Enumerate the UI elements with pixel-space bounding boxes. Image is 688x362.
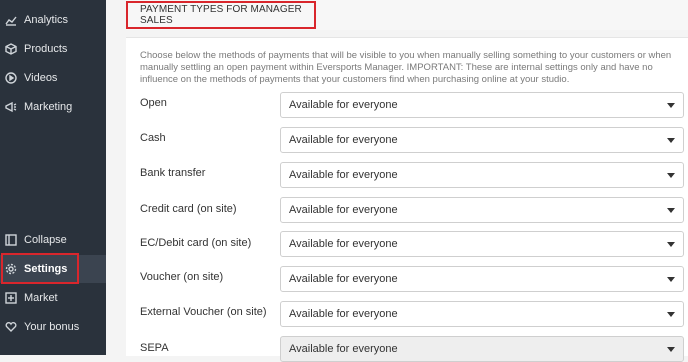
- select-value: Available for everyone: [289, 134, 398, 146]
- select-open[interactable]: Available for everyone: [280, 92, 684, 118]
- cube-icon: [4, 42, 18, 56]
- select-voucher[interactable]: Available for everyone: [280, 266, 684, 292]
- sidebar: Analytics Products Videos Marketing Coll…: [0, 0, 106, 355]
- play-circle-icon: [4, 71, 18, 85]
- sidebar-item-market[interactable]: Market: [0, 284, 106, 312]
- select-value: Available for everyone: [289, 204, 398, 216]
- row-label-sepa: SEPA: [140, 342, 169, 354]
- select-bank-transfer[interactable]: Available for everyone: [280, 162, 684, 188]
- select-value: Available for everyone: [289, 238, 398, 250]
- select-ec-debit-card[interactable]: Available for everyone: [280, 231, 684, 257]
- megaphone-icon: [4, 100, 18, 114]
- sidebar-item-label: Collapse: [24, 234, 67, 246]
- payment-types-panel: Choose below the methods of payments tha…: [126, 37, 688, 362]
- section-description: Choose below the methods of payments tha…: [140, 50, 672, 85]
- sidebar-item-marketing[interactable]: Marketing: [0, 93, 106, 121]
- sidebar-item-label: Your bonus: [24, 321, 80, 333]
- chevron-down-icon: [667, 311, 675, 317]
- row-label-ec-debit-card: EC/Debit card (on site): [140, 237, 252, 249]
- sidebar-item-label: Analytics: [24, 14, 69, 26]
- row-label-open: Open: [140, 97, 167, 109]
- select-cash[interactable]: Available for everyone: [280, 127, 684, 153]
- sidebar-item-your-bonus[interactable]: Your bonus: [0, 313, 106, 341]
- collapse-icon: [4, 233, 18, 247]
- chevron-down-icon: [667, 102, 675, 108]
- select-credit-card[interactable]: Available for everyone: [280, 197, 684, 223]
- sidebar-item-label: Settings: [24, 263, 68, 275]
- row-label-credit-card: Credit card (on site): [140, 203, 237, 215]
- sidebar-item-products[interactable]: Products: [0, 35, 106, 63]
- row-label-cash: Cash: [140, 132, 166, 144]
- chevron-down-icon: [667, 207, 675, 213]
- main-content: PAYMENT TYPES FOR MANAGER SALES Choose b…: [106, 0, 688, 362]
- heart-icon: [4, 320, 18, 334]
- sidebar-item-settings[interactable]: Settings: [0, 255, 106, 283]
- sidebar-item-videos[interactable]: Videos: [0, 64, 106, 92]
- select-value: Available for everyone: [289, 343, 398, 355]
- sidebar-item-label: Market: [24, 292, 58, 304]
- sidebar-item-label: Products: [24, 43, 68, 55]
- chevron-down-icon: [667, 276, 675, 282]
- chevron-down-icon: [667, 137, 675, 143]
- select-value: Available for everyone: [289, 308, 398, 320]
- sidebar-item-label: Marketing: [24, 101, 73, 113]
- select-value: Available for everyone: [289, 273, 398, 285]
- chevron-down-icon: [667, 241, 675, 247]
- chart-line-icon: [4, 13, 18, 27]
- select-value: Available for everyone: [289, 169, 398, 181]
- select-external-voucher[interactable]: Available for everyone: [280, 301, 684, 327]
- page-title: PAYMENT TYPES FOR MANAGER SALES: [126, 1, 316, 29]
- select-sepa[interactable]: Available for everyone: [280, 336, 684, 362]
- sidebar-item-collapse[interactable]: Collapse: [0, 226, 106, 254]
- row-label-voucher: Voucher (on site): [140, 271, 224, 283]
- select-value: Available for everyone: [289, 99, 398, 111]
- row-label-bank-transfer: Bank transfer: [140, 167, 206, 179]
- gear-icon: [4, 262, 18, 276]
- sidebar-item-analytics[interactable]: Analytics: [0, 6, 106, 34]
- chevron-down-icon: [667, 346, 675, 352]
- chevron-down-icon: [667, 172, 675, 178]
- row-label-external-voucher: External Voucher (on site): [140, 306, 267, 318]
- sidebar-item-label: Videos: [24, 72, 58, 84]
- plus-square-icon: [4, 291, 18, 305]
